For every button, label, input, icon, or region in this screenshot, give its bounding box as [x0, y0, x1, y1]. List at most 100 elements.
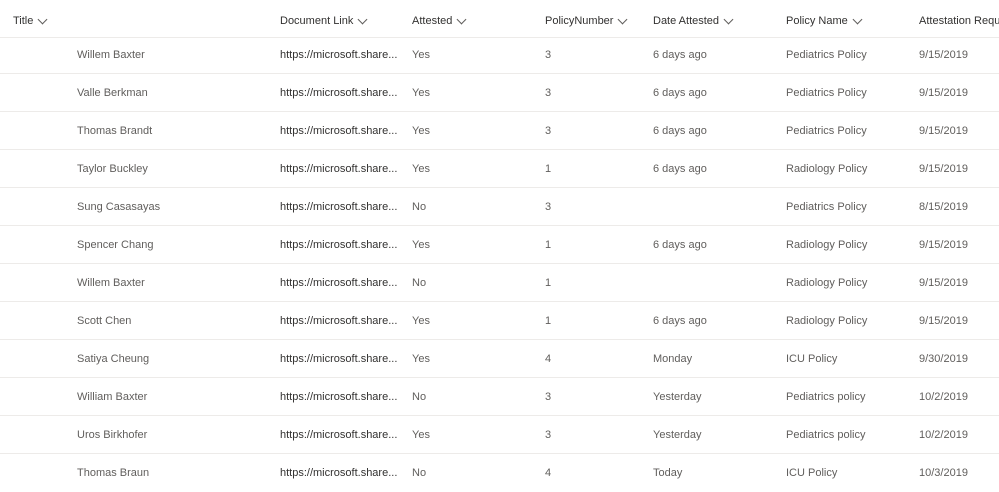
cell-policy-name: Pediatrics Policy [786, 49, 867, 61]
cell-title[interactable]: Spencer Chang [77, 226, 272, 264]
cell-date-attested: 6 days ago [653, 315, 707, 327]
column-header-policy-number[interactable]: PolicyNumber [545, 14, 628, 28]
cell-document-link[interactable]: https://microsoft.share... [280, 454, 398, 492]
cell-document-link[interactable]: https://microsoft.share... [280, 302, 398, 340]
cell-attested: Yes [412, 239, 430, 251]
cell-attested: Yes [412, 87, 430, 99]
cell-title[interactable]: Sung Casasayas [77, 188, 272, 226]
cell-attested: No [412, 391, 427, 403]
table-row[interactable]: Thomas Braun https://microsoft.share... … [0, 454, 999, 492]
table-row[interactable]: Uros Birkhofer https://microsoft.share..… [0, 416, 999, 454]
cell-title[interactable]: Willem Baxter [77, 264, 272, 302]
column-header-title[interactable]: Title [13, 14, 48, 28]
table-row[interactable]: Willem Baxter https://microsoft.share...… [0, 264, 999, 302]
cell-attestation-request: 9/15/2019 [919, 163, 968, 175]
cell-attestation-request: 9/15/2019 [919, 49, 968, 61]
cell-date-attested: 6 days ago [653, 239, 707, 251]
cell-policy-number: 1 [545, 163, 552, 175]
cell-date-attested: 6 days ago [653, 87, 707, 99]
cell-title[interactable]: Satiya Cheung [77, 340, 272, 378]
cell-policy-name: Radiology Policy [786, 239, 868, 251]
chevron-down-icon [357, 14, 368, 24]
column-header-date-attested[interactable]: Date Attested [653, 14, 734, 28]
cell-document-link[interactable]: https://microsoft.share... [280, 188, 398, 226]
cell-policy-number: 3 [545, 87, 552, 99]
cell-attestation-request: 9/30/2019 [919, 353, 968, 365]
table-row[interactable]: Willem Baxter https://microsoft.share...… [0, 36, 999, 74]
cell-document-link[interactable]: https://microsoft.share... [280, 340, 398, 378]
cell-document-link[interactable]: https://microsoft.share... [280, 36, 398, 74]
table-row[interactable]: Scott Chen https://microsoft.share... Ye… [0, 302, 999, 340]
cell-policy-number: 3 [545, 391, 552, 403]
cell-policy-name: Pediatrics policy [786, 429, 866, 441]
cell-title[interactable]: Thomas Brandt [77, 112, 272, 150]
cell-attested: No [412, 201, 427, 213]
cell-attestation-request: 9/15/2019 [919, 239, 968, 251]
cell-document-link[interactable]: https://microsoft.share... [280, 74, 398, 112]
table-row[interactable]: Satiya Cheung https://microsoft.share...… [0, 340, 999, 378]
cell-attested: Yes [412, 125, 430, 137]
cell-policy-number: 3 [545, 429, 552, 441]
table-row[interactable]: Sung Casasayas https://microsoft.share..… [0, 188, 999, 226]
cell-date-attested: Today [653, 467, 683, 479]
cell-policy-name: Pediatrics Policy [786, 87, 867, 99]
column-header-label: Attested [412, 15, 453, 27]
column-header-attested[interactable]: Attested [412, 14, 467, 28]
column-header-label: PolicyNumber [545, 15, 614, 27]
cell-attested: Yes [412, 49, 430, 61]
cell-attested: No [412, 467, 427, 479]
cell-policy-name: Pediatrics Policy [786, 125, 867, 137]
cell-policy-number: 1 [545, 315, 552, 327]
cell-policy-name: Radiology Policy [786, 277, 868, 289]
cell-date-attested [653, 188, 778, 226]
cell-policy-name: Radiology Policy [786, 315, 868, 327]
cell-title[interactable]: William Baxter [77, 378, 272, 416]
table-row[interactable]: Valle Berkman https://microsoft.share...… [0, 74, 999, 112]
cell-date-attested: 6 days ago [653, 125, 707, 137]
cell-date-attested: Yesterday [653, 429, 702, 441]
cell-title[interactable]: Valle Berkman [77, 74, 272, 112]
column-header-label: Attestation Reque [919, 15, 999, 27]
cell-policy-number: 4 [545, 353, 552, 365]
cell-title[interactable]: Willem Baxter [77, 36, 272, 74]
column-header-document-link[interactable]: Document Link [280, 14, 368, 28]
cell-document-link[interactable]: https://microsoft.share... [280, 112, 398, 150]
cell-attestation-request: 8/15/2019 [919, 201, 968, 213]
cell-policy-number: 3 [545, 125, 552, 137]
cell-policy-name: Pediatrics Policy [786, 201, 867, 213]
cell-policy-name: ICU Policy [786, 353, 838, 365]
cell-title[interactable]: Uros Birkhofer [77, 416, 272, 454]
column-header-attestation-request[interactable]: Attestation Reque [919, 14, 999, 28]
cell-title[interactable]: Thomas Braun [77, 454, 272, 492]
cell-policy-name: ICU Policy [786, 467, 838, 479]
table-row[interactable]: Spencer Chang https://microsoft.share...… [0, 226, 999, 264]
chevron-down-icon [618, 14, 628, 24]
cell-date-attested: 6 days ago [653, 49, 707, 61]
cell-document-link[interactable]: https://microsoft.share... [280, 378, 398, 416]
cell-title[interactable]: Taylor Buckley [77, 150, 272, 188]
cell-attestation-request: 9/15/2019 [919, 125, 968, 137]
cell-attested: Yes [412, 315, 430, 327]
cell-title[interactable]: Scott Chen [77, 302, 272, 340]
cell-document-link[interactable]: https://microsoft.share... [280, 264, 398, 302]
cell-policy-number: 3 [545, 49, 552, 61]
column-header-label: Title [13, 15, 34, 27]
cell-document-link[interactable]: https://microsoft.share... [280, 226, 398, 264]
column-header-policy-name[interactable]: Policy Name [786, 14, 863, 28]
cell-policy-name: Radiology Policy [786, 163, 868, 175]
cell-policy-number: 1 [545, 239, 552, 251]
cell-policy-name: Pediatrics policy [786, 391, 866, 403]
column-header-label: Policy Name [786, 15, 848, 27]
cell-date-attested: Yesterday [653, 391, 702, 403]
cell-document-link[interactable]: https://microsoft.share... [280, 416, 398, 454]
cell-attested: Yes [412, 163, 430, 175]
column-header-label: Document Link [280, 15, 354, 27]
table-row[interactable]: Thomas Brandt https://microsoft.share...… [0, 112, 999, 150]
cell-document-link[interactable]: https://microsoft.share... [280, 150, 398, 188]
cell-attested: Yes [412, 353, 430, 365]
table-row[interactable]: Taylor Buckley https://microsoft.share..… [0, 150, 999, 188]
cell-attestation-request: 10/2/2019 [919, 429, 968, 441]
table-row[interactable]: William Baxter https://microsoft.share..… [0, 378, 999, 416]
cell-attestation-request: 10/3/2019 [919, 467, 968, 479]
cell-attested: Yes [412, 429, 430, 441]
